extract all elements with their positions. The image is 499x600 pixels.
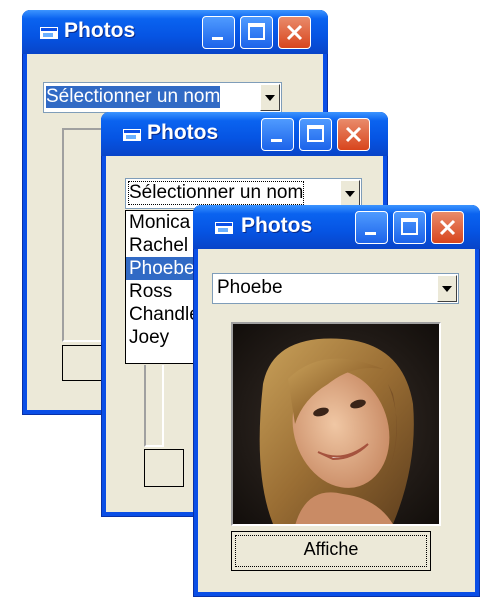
portrait-image bbox=[233, 324, 439, 524]
combo-placeholder: Sélectionner un nom bbox=[46, 86, 221, 108]
minimize-button[interactable] bbox=[261, 118, 294, 151]
name-combobox[interactable]: Sélectionner un nom bbox=[43, 82, 282, 113]
title-bar[interactable]: Photos bbox=[193, 205, 480, 249]
title-bar[interactable]: Photos bbox=[22, 10, 328, 54]
photos-window-3: Photos Phoebe Affiche bbox=[193, 205, 480, 597]
minimize-icon bbox=[365, 232, 376, 235]
dropdown-button[interactable] bbox=[437, 275, 457, 302]
minimize-icon bbox=[212, 37, 223, 40]
maximize-button[interactable] bbox=[240, 16, 273, 49]
person-photo bbox=[233, 324, 439, 524]
maximize-icon bbox=[401, 218, 418, 235]
photos-window-icon bbox=[123, 129, 141, 141]
window-title: Photos bbox=[147, 121, 219, 144]
minimize-icon bbox=[271, 139, 282, 142]
close-button[interactable] bbox=[431, 211, 464, 244]
show-button[interactable] bbox=[144, 449, 184, 487]
dropdown-button[interactable] bbox=[340, 180, 360, 207]
maximize-button[interactable] bbox=[393, 211, 426, 244]
chevron-down-icon bbox=[345, 191, 355, 197]
maximize-icon bbox=[248, 23, 265, 40]
show-button-label: Affiche bbox=[303, 539, 359, 559]
show-button[interactable]: Affiche bbox=[231, 531, 431, 571]
maximize-button[interactable] bbox=[299, 118, 332, 151]
close-button[interactable] bbox=[278, 16, 311, 49]
photo-frame bbox=[144, 365, 164, 447]
close-icon bbox=[345, 126, 362, 143]
photo-frame bbox=[62, 128, 105, 342]
chevron-down-icon bbox=[442, 286, 452, 292]
maximize-icon bbox=[307, 125, 324, 142]
title-bar[interactable]: Photos bbox=[101, 112, 388, 156]
window-title: Photos bbox=[64, 19, 136, 42]
window-client: Phoebe Affiche bbox=[198, 249, 475, 592]
close-icon bbox=[286, 24, 303, 41]
combo-placeholder: Sélectionner un nom bbox=[128, 181, 305, 205]
close-button[interactable] bbox=[337, 118, 370, 151]
close-icon bbox=[439, 219, 456, 236]
window-title: Photos bbox=[241, 214, 313, 237]
selected-name: Phoebe bbox=[217, 277, 283, 298]
photos-window-icon bbox=[40, 27, 58, 39]
photos-window-icon bbox=[215, 222, 233, 234]
minimize-button[interactable] bbox=[355, 211, 388, 244]
name-combobox[interactable]: Phoebe bbox=[212, 273, 459, 304]
dropdown-button[interactable] bbox=[260, 84, 280, 111]
minimize-button[interactable] bbox=[202, 16, 235, 49]
chevron-down-icon bbox=[265, 95, 275, 101]
